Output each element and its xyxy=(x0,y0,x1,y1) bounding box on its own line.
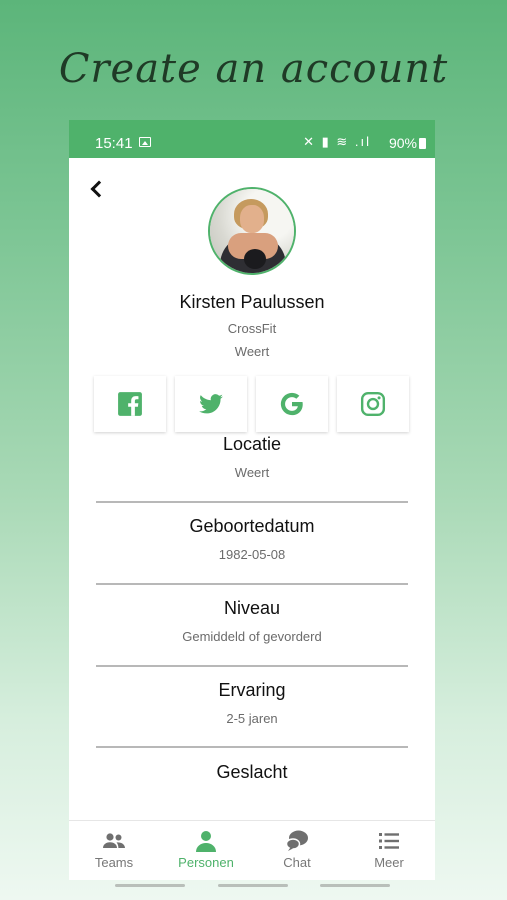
status-bar: 15:41 ✕ ▮ ≋ .ıl 90% xyxy=(69,120,435,158)
field-value: Gemiddeld of gevorderd xyxy=(182,629,322,644)
field-geboortedatum: Geboortedatum 1982-05-08 xyxy=(96,516,408,562)
facebook-icon xyxy=(118,392,142,416)
status-indicators: ✕ ▮ ≋ .ıl xyxy=(303,134,371,149)
people-icon xyxy=(103,833,125,848)
twitter-button[interactable] xyxy=(175,376,247,432)
facebook-button[interactable] xyxy=(94,376,166,432)
field-label: Geslacht xyxy=(216,762,288,782)
promo-headline: Create an account xyxy=(58,46,449,92)
gesture-bar xyxy=(218,884,288,887)
avatar xyxy=(208,187,296,275)
field-ervaring: Ervaring 2-5 jaren xyxy=(96,680,408,726)
nav-label: Chat xyxy=(283,855,311,870)
field-value: 1982-05-08 xyxy=(218,547,286,562)
nav-label: Personen xyxy=(178,855,234,870)
field-label: Locatie xyxy=(222,434,282,454)
image-notification-icon xyxy=(139,137,151,147)
nav-personen[interactable]: Personen xyxy=(161,827,251,873)
back-button[interactable] xyxy=(89,178,105,202)
list-icon xyxy=(379,833,399,849)
instagram-icon xyxy=(360,391,386,417)
person-icon xyxy=(196,831,216,852)
nav-meer[interactable]: Meer xyxy=(344,827,434,873)
nav-chat[interactable]: Chat xyxy=(252,827,342,873)
divider xyxy=(96,583,408,585)
instagram-button[interactable] xyxy=(337,376,409,432)
google-button[interactable] xyxy=(256,376,328,432)
divider xyxy=(96,501,408,503)
profile-name: Kirsten Paulussen xyxy=(179,292,325,312)
field-geslacht: Geslacht xyxy=(96,762,408,783)
field-niveau: Niveau Gemiddeld of gevorderd xyxy=(96,598,408,644)
divider xyxy=(96,665,408,667)
battery-level: 90% xyxy=(388,135,417,151)
google-icon xyxy=(280,392,303,416)
field-label: Ervaring xyxy=(218,680,286,700)
profile-sport: CrossFit xyxy=(227,321,277,336)
battery-icon xyxy=(419,138,426,149)
profile-city: Weert xyxy=(234,344,270,359)
field-locatie: Locatie Weert xyxy=(96,434,408,480)
field-label: Geboortedatum xyxy=(189,516,315,536)
nav-teams[interactable]: Teams xyxy=(69,827,159,873)
field-label: Niveau xyxy=(223,598,281,618)
field-value: 2-5 jaren xyxy=(226,711,278,726)
divider xyxy=(96,746,408,748)
nav-label: Teams xyxy=(94,855,134,870)
nav-label: Meer xyxy=(374,855,404,870)
bottom-navigation: Teams Personen Chat Meer xyxy=(69,820,435,880)
twitter-icon xyxy=(199,394,223,414)
gesture-bar xyxy=(115,884,185,887)
chat-icon xyxy=(285,830,308,851)
gesture-bar xyxy=(320,884,390,887)
phone-screen: 15:41 ✕ ▮ ≋ .ıl 90% Kirsten Paulussen Cr… xyxy=(69,120,435,880)
field-value: Weert xyxy=(234,465,270,480)
status-time: 15:41 xyxy=(95,135,133,152)
